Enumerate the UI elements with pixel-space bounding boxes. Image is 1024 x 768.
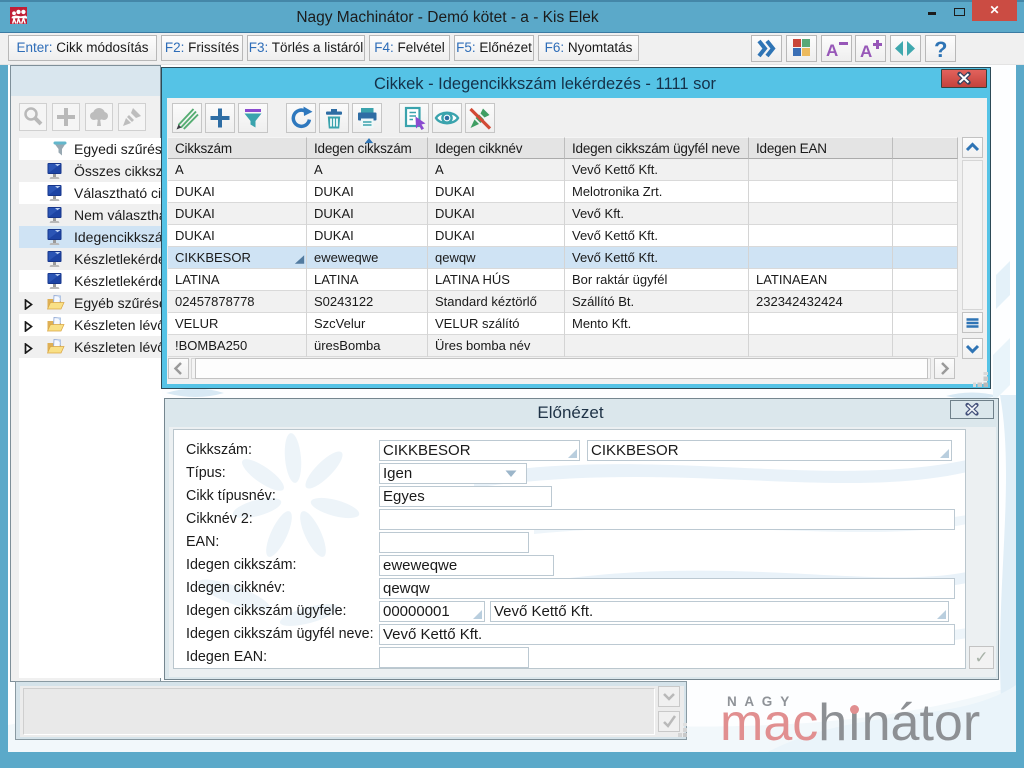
svg-text:A: A (860, 42, 872, 61)
svg-text:?: ? (934, 37, 947, 61)
svg-text:A: A (826, 41, 838, 60)
